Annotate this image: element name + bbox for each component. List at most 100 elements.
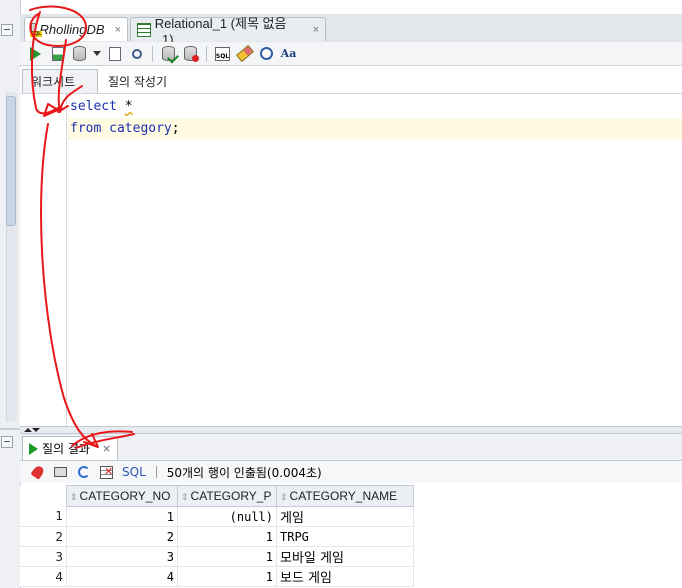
freeze-view-button[interactable] bbox=[28, 463, 47, 482]
document-tab-bar: RhollingDB × Relational_1 (제목 없음_1) × bbox=[20, 14, 682, 47]
database-icon bbox=[73, 46, 86, 61]
results-toolbar: SQL 50개의 행이 인출됨(0.004초) bbox=[20, 461, 682, 483]
cell-category-no[interactable]: 1 bbox=[66, 506, 178, 527]
sort-icon: ⇕ bbox=[70, 492, 78, 502]
worksheet-toolbar: SQL Aa bbox=[20, 42, 682, 66]
panel-scrollbar-thumb[interactable] bbox=[6, 96, 16, 226]
sql-keyword: from bbox=[70, 121, 102, 136]
table-row[interactable]: 1 1 (null) 게임 bbox=[20, 506, 414, 527]
cell-category-p[interactable]: 1 bbox=[177, 526, 277, 547]
rollback-button[interactable] bbox=[181, 44, 200, 63]
autotrace-dropdown[interactable] bbox=[92, 44, 102, 63]
cell-category-name[interactable]: 게임 bbox=[276, 506, 414, 527]
table-row[interactable]: 4 4 1 보드 게임 bbox=[20, 566, 414, 587]
worksheet-subtab-bar: 워크시트 질의 작성기 bbox=[20, 67, 682, 94]
format-case-button[interactable]: Aa bbox=[279, 44, 298, 63]
column-header-category-name[interactable]: ⇕ CATEGORY_NAME bbox=[276, 485, 414, 507]
cell-category-name[interactable]: TRPG bbox=[276, 526, 414, 547]
print-button[interactable] bbox=[51, 463, 70, 482]
column-header-category-no[interactable]: ⇕ CATEGORY_NO bbox=[66, 485, 178, 507]
cancel-fetch-button[interactable] bbox=[97, 463, 116, 482]
row-number: 1 bbox=[20, 506, 67, 527]
text-case-icon: Aa bbox=[280, 47, 297, 60]
tab-label: 질의 결과 bbox=[42, 442, 90, 456]
tab-close-icon[interactable]: × bbox=[102, 442, 111, 455]
navigator-edge-panel bbox=[0, 0, 21, 588]
explain-plan-icon bbox=[108, 46, 121, 61]
expand-up-icon[interactable] bbox=[24, 428, 32, 432]
run-icon bbox=[30, 46, 41, 61]
grid-delete-icon bbox=[100, 465, 113, 479]
cell-category-name[interactable]: 모바일 게임 bbox=[276, 546, 414, 567]
sort-icon: ⇕ bbox=[181, 492, 189, 502]
minimize-panel-button[interactable] bbox=[1, 24, 13, 36]
tab-query-result[interactable]: 질의 결과 × bbox=[22, 436, 119, 460]
eraser-icon bbox=[235, 44, 254, 63]
cell-category-no[interactable]: 2 bbox=[66, 526, 178, 547]
sql-icon: SQL bbox=[215, 46, 230, 61]
editor-results-splitter[interactable] bbox=[20, 426, 682, 434]
table-row[interactable]: 2 2 1 TRPG bbox=[20, 526, 414, 547]
toolbar-separator bbox=[206, 45, 207, 62]
sql-link[interactable]: SQL bbox=[122, 465, 146, 479]
table-row[interactable]: 3 3 1 모바일 게임 bbox=[20, 546, 414, 567]
clock-icon bbox=[260, 47, 273, 60]
toolbar-separator bbox=[155, 466, 157, 478]
cell-category-name[interactable]: 보드 게임 bbox=[276, 566, 414, 587]
chevron-down-icon bbox=[93, 51, 101, 56]
tab-query-builder[interactable]: 질의 작성기 bbox=[100, 69, 175, 93]
tab-rhollingdb[interactable]: RhollingDB × bbox=[24, 17, 128, 41]
row-number: 3 bbox=[20, 546, 67, 567]
cell-category-no[interactable]: 3 bbox=[66, 546, 178, 567]
result-table: ⇕ CATEGORY_NO ⇕ CATEGORY_P ⇕ CATEGORY_NAME … bbox=[20, 485, 414, 587]
fetch-status: 50개의 행이 인출됨(0.004초) bbox=[166, 465, 322, 480]
expand-down-icon[interactable] bbox=[32, 428, 40, 432]
find-button[interactable] bbox=[127, 44, 146, 63]
code-line-2[interactable]: from category; bbox=[68, 118, 682, 140]
sort-icon: ⇕ bbox=[280, 492, 288, 502]
sql-db-icon bbox=[30, 22, 42, 37]
relational-model-icon bbox=[137, 22, 151, 37]
commit-icon bbox=[162, 46, 175, 61]
cell-category-p[interactable]: (null) bbox=[177, 506, 277, 527]
autotrace-button[interactable] bbox=[70, 44, 89, 63]
results-tab-bar: 질의 결과 × bbox=[20, 434, 682, 461]
minimize-lower-panel-button[interactable] bbox=[1, 436, 13, 448]
history-button[interactable] bbox=[257, 44, 276, 63]
run-statement-button[interactable] bbox=[26, 44, 45, 63]
sql-identifier: category bbox=[109, 121, 172, 136]
sql-tuning-button[interactable]: SQL bbox=[213, 44, 232, 63]
tab-close-icon[interactable]: × bbox=[313, 24, 319, 36]
line-gutter bbox=[20, 94, 67, 426]
row-number-header bbox=[20, 485, 67, 507]
code-line-1[interactable]: select * bbox=[68, 96, 682, 118]
cell-category-no[interactable]: 4 bbox=[66, 566, 178, 587]
column-header-category-p[interactable]: ⇕ CATEGORY_P bbox=[177, 485, 277, 507]
rollback-icon bbox=[184, 46, 197, 61]
cell-category-p[interactable]: 1 bbox=[177, 546, 277, 567]
tab-relational-1[interactable]: Relational_1 (제목 없음_1) × bbox=[130, 16, 326, 47]
refresh-icon bbox=[77, 466, 90, 478]
run-script-icon bbox=[51, 46, 64, 61]
tab-worksheet[interactable]: 워크시트 bbox=[22, 69, 98, 93]
cell-category-p[interactable]: 1 bbox=[177, 566, 277, 587]
row-number: 2 bbox=[20, 526, 67, 547]
header-row: ⇕ CATEGORY_NO ⇕ CATEGORY_P ⇕ CATEGORY_NAME bbox=[20, 485, 414, 507]
sql-editor[interactable]: select * from category; bbox=[20, 94, 682, 426]
run-icon bbox=[29, 442, 38, 455]
explain-plan-button[interactable] bbox=[105, 44, 124, 63]
tab-close-icon[interactable]: × bbox=[115, 24, 121, 36]
commit-button[interactable] bbox=[159, 44, 178, 63]
run-script-button[interactable] bbox=[48, 44, 67, 63]
toolbar-separator bbox=[152, 45, 153, 62]
row-number: 4 bbox=[20, 566, 67, 587]
refresh-button[interactable] bbox=[74, 463, 93, 482]
result-grid[interactable]: ⇕ CATEGORY_NO ⇕ CATEGORY_P ⇕ CATEGORY_NAME … bbox=[20, 485, 420, 587]
sql-wildcard: * bbox=[124, 99, 133, 114]
print-icon bbox=[54, 467, 67, 477]
sql-keyword: select bbox=[70, 99, 117, 114]
pin-icon bbox=[29, 464, 46, 480]
clear-button[interactable] bbox=[235, 44, 254, 63]
search-icon bbox=[131, 48, 142, 59]
tab-label: RhollingDB bbox=[39, 22, 105, 37]
